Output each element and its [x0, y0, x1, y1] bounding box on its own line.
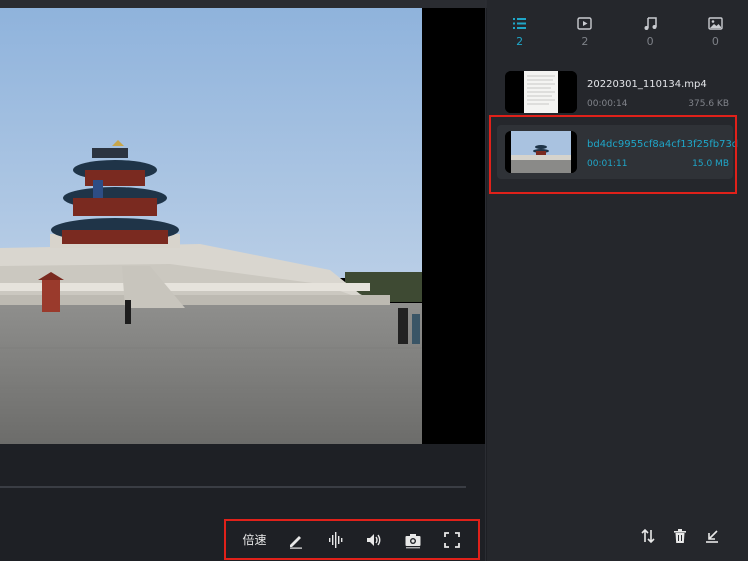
fullscreen-icon[interactable] [443, 528, 461, 552]
file-size: 15.0 MB [692, 159, 729, 169]
tab-image[interactable]: 0 [683, 16, 748, 56]
file-item-selected[interactable]: bd4dc9955cf8a4cf13f25fb73d 00:01:11 15.0… [497, 125, 738, 179]
tab-video[interactable]: 2 [552, 16, 617, 56]
edit-pen-icon[interactable] [287, 528, 305, 552]
sort-icon[interactable] [637, 525, 659, 547]
file-item[interactable]: 20220301_110134.mp4 00:00:14 375.6 KB [497, 69, 733, 119]
file-duration: 00:01:11 [587, 159, 628, 169]
volume-icon[interactable] [365, 528, 383, 552]
video-frame-temple [0, 8, 422, 444]
video-player: 倍速 [0, 8, 486, 561]
file-name: 20220301_110134.mp4 [587, 79, 707, 90]
tab-count: 0 [711, 35, 719, 48]
tab-count: 2 [581, 35, 589, 48]
file-name: bd4dc9955cf8a4cf13f25fb73d [587, 139, 739, 150]
trash-icon[interactable] [669, 525, 691, 547]
file-duration: 00:00:14 [587, 99, 628, 109]
video-icon [577, 17, 593, 30]
tab-count: 0 [646, 35, 654, 48]
list-icon [513, 18, 527, 29]
tab-all[interactable]: 2 [487, 16, 552, 56]
progress-track[interactable] [0, 486, 466, 488]
media-type-tabs: 2 2 0 0 [487, 16, 748, 56]
screenshot-camera-icon[interactable] [404, 528, 422, 552]
file-thumbnail [505, 131, 577, 173]
panel-divider [485, 0, 486, 561]
tab-count: 2 [516, 35, 524, 48]
speed-button[interactable]: 倍速 [242, 528, 266, 552]
media-sidebar: 2 2 0 0 20220301_110134.mp4 00:00:14 375… [487, 0, 748, 561]
player-controls-toolbar: 倍速 [224, 519, 480, 560]
file-thumbnail [505, 71, 577, 113]
tab-music[interactable]: 0 [618, 16, 683, 56]
playlist-tools [487, 525, 748, 551]
music-icon [644, 17, 657, 30]
file-size: 375.6 KB [688, 99, 729, 109]
import-icon[interactable] [701, 525, 723, 547]
audio-waveform-icon[interactable] [326, 528, 344, 552]
image-icon [708, 17, 723, 30]
video-viewport[interactable] [0, 8, 486, 444]
